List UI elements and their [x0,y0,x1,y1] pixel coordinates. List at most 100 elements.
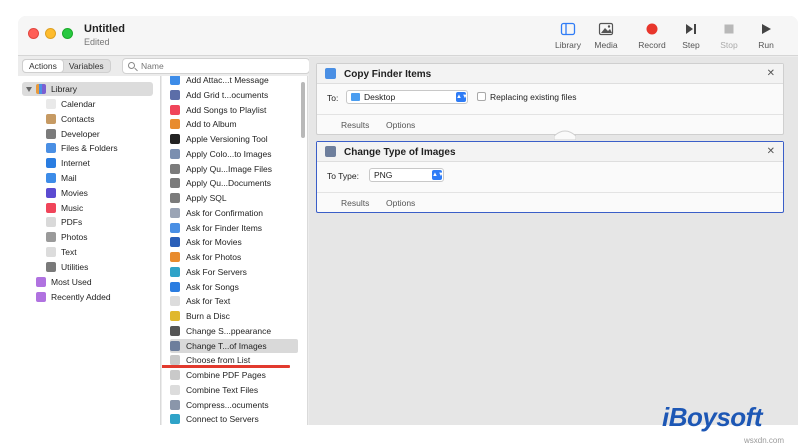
action-item-combine-text-files[interactable]: Combine Text Files [170,383,298,397]
window-subtitle: Edited [84,37,110,47]
library-item-mail[interactable]: Mail [46,171,77,185]
action-item-label: Combine Text Files [186,384,259,395]
options-button[interactable]: Options [386,120,415,130]
close-icon[interactable]: ✕ [767,146,775,157]
action-card-body: To: Desktop ▲▼ Replacing existing files [317,84,783,114]
library-item-utilities[interactable]: Utilities [46,260,88,274]
action-item-add-to-album[interactable]: Add to Album [170,117,298,131]
action-item-ask-for-movies[interactable]: Ask for Movies [170,235,298,249]
iboysoft-logo: iBoysoft [662,402,763,432]
action-item-ask-for-finder-items[interactable]: Ask for Finder Items [170,221,298,235]
action-item-apply-qu-image-files[interactable]: Apply Qu...Image Files [170,162,298,176]
toolbar-library-button[interactable]: Library [548,22,588,50]
library-item-developer[interactable]: Developer [46,127,100,141]
action-item-label: Apple Versioning Tool [186,134,268,144]
internet-icon [46,158,56,169]
action-item-add-grid-t-ocuments[interactable]: Add Grid t...ocuments [170,88,298,102]
action-item-label: Add to Album [186,119,237,130]
action-item-change-t-of-images[interactable]: Change T...of Images [170,338,298,353]
destination-value: Desktop [364,92,396,102]
library-item-text[interactable]: Text [46,245,77,259]
search-input[interactable] [141,60,301,72]
options-button[interactable]: Options [386,198,415,208]
toolbar-stop-button[interactable]: Stop [709,22,749,50]
sidebar-icon [560,22,576,36]
library-list: Library Calendar Contacts Developer Files &… [18,76,161,425]
action-card-header: Change Type of Images ✕ [317,142,783,162]
close-window-button[interactable] [28,28,39,39]
tab-variables[interactable]: Variables [63,60,110,72]
files-folders-icon [46,143,56,154]
action-item-apple-versioning-tool[interactable]: Apple Versioning Tool [170,132,298,146]
disclosure-triangle-icon[interactable] [26,86,32,92]
action-icon [170,281,180,292]
library-icon [36,84,46,94]
library-item-music[interactable]: Music [46,201,83,215]
toolbar-record-button[interactable]: Record [632,22,672,50]
library-item-label: Developer [61,128,100,139]
library-root-item[interactable]: Library [22,82,153,96]
image-type-popup[interactable]: PNG ▲▼ [369,168,444,182]
action-item-label: Choose from List [186,355,251,366]
action-item-ask-for-text[interactable]: Ask for Text [170,294,298,308]
action-item-ask-for-confirmation[interactable]: Ask for Confirmation [170,206,298,220]
search-field[interactable] [122,58,310,74]
action-item-apply-sql[interactable]: Apply SQL [170,191,298,205]
toolbar-step-button[interactable]: Step [671,22,711,50]
action-icon [170,414,180,425]
actions-list: Add Attac...t Message Add Grid t...ocumen… [162,76,308,425]
tab-actions[interactable]: Actions [23,60,63,72]
library-item-label: Music [61,202,84,213]
toolbar-run-button[interactable]: Run [746,22,786,50]
action-card-copy-finder-items[interactable]: Copy Finder Items ✕ To: Desktop ▲▼ Repla… [316,63,784,135]
action-item-change-s-ppearance[interactable]: Change S...ppearance [170,324,298,338]
smart-group-recently-added[interactable]: Recently Added [36,290,111,304]
toolbar-media-button[interactable]: Media [586,22,626,50]
action-card-footer: Results Options [317,114,783,134]
zoom-window-button[interactable] [62,28,73,39]
action-icon [170,163,180,174]
library-item-pdfs[interactable]: PDFs [46,215,82,229]
action-item-apply-colo-to-images[interactable]: Apply Colo...to Images [170,147,298,161]
workflow-canvas: Copy Finder Items ✕ To: Desktop ▲▼ Repla… [309,57,798,425]
toolbar-record-label: Record [638,40,666,50]
finder-icon [325,68,336,79]
library-item-calendar[interactable]: Calendar [46,97,96,111]
action-item-ask-for-servers[interactable]: Ask For Servers [170,265,298,279]
action-item-compress-ocuments[interactable]: Compress...ocuments [170,398,298,412]
close-icon[interactable]: ✕ [767,68,775,79]
action-icon [170,237,180,248]
toolbar-media-label: Media [594,40,618,50]
library-item-internet[interactable]: Internet [46,156,90,170]
action-item-add-songs-to-playlist[interactable]: Add Songs to Playlist [170,103,298,117]
action-card-change-type-of-images[interactable]: Change Type of Images ✕ To Type: PNG ▲▼ … [316,141,784,213]
image-type-value: PNG [374,170,393,180]
library-item-photos[interactable]: Photos [46,230,87,244]
action-item-add-attac-t-message[interactable]: Add Attac...t Message [170,76,298,87]
results-button[interactable]: Results [341,198,369,208]
text-icon [46,247,56,257]
action-item-apply-qu-documents[interactable]: Apply Qu...Documents [170,176,298,190]
action-item-ask-for-songs[interactable]: Ask for Songs [170,280,298,294]
actions-scrollbar[interactable] [301,82,305,138]
movies-icon [46,187,56,198]
action-icon [170,148,180,159]
action-item-label: Combine PDF Pages [186,370,266,380]
library-item-files-folders[interactable]: Files & Folders [46,141,118,155]
action-icon [170,207,180,218]
library-root-label: Library [51,84,77,94]
action-item-label: Compress...ocuments [186,399,269,410]
minimize-window-button[interactable] [45,28,56,39]
results-button[interactable]: Results [341,120,369,130]
library-item-movies[interactable]: Movies [46,186,88,200]
action-item-burn-a-disc[interactable]: Burn a Disc [170,309,298,323]
destination-popup[interactable]: Desktop ▲▼ [346,90,468,104]
action-item-combine-pdf-pages[interactable]: Combine PDF Pages [170,368,298,382]
automator-window: Untitled Edited Library Media Record Ste… [18,16,798,425]
action-item-ask-for-photos[interactable]: Ask for Photos [170,250,298,264]
action-item-label: Ask for Movies [186,237,242,248]
replace-existing-checkbox[interactable] [477,92,486,101]
library-item-contacts[interactable]: Contacts [46,112,95,126]
action-item-connect-to-servers[interactable]: Connect to Servers [170,412,298,425]
smart-group-most-used[interactable]: Most Used [36,275,92,289]
